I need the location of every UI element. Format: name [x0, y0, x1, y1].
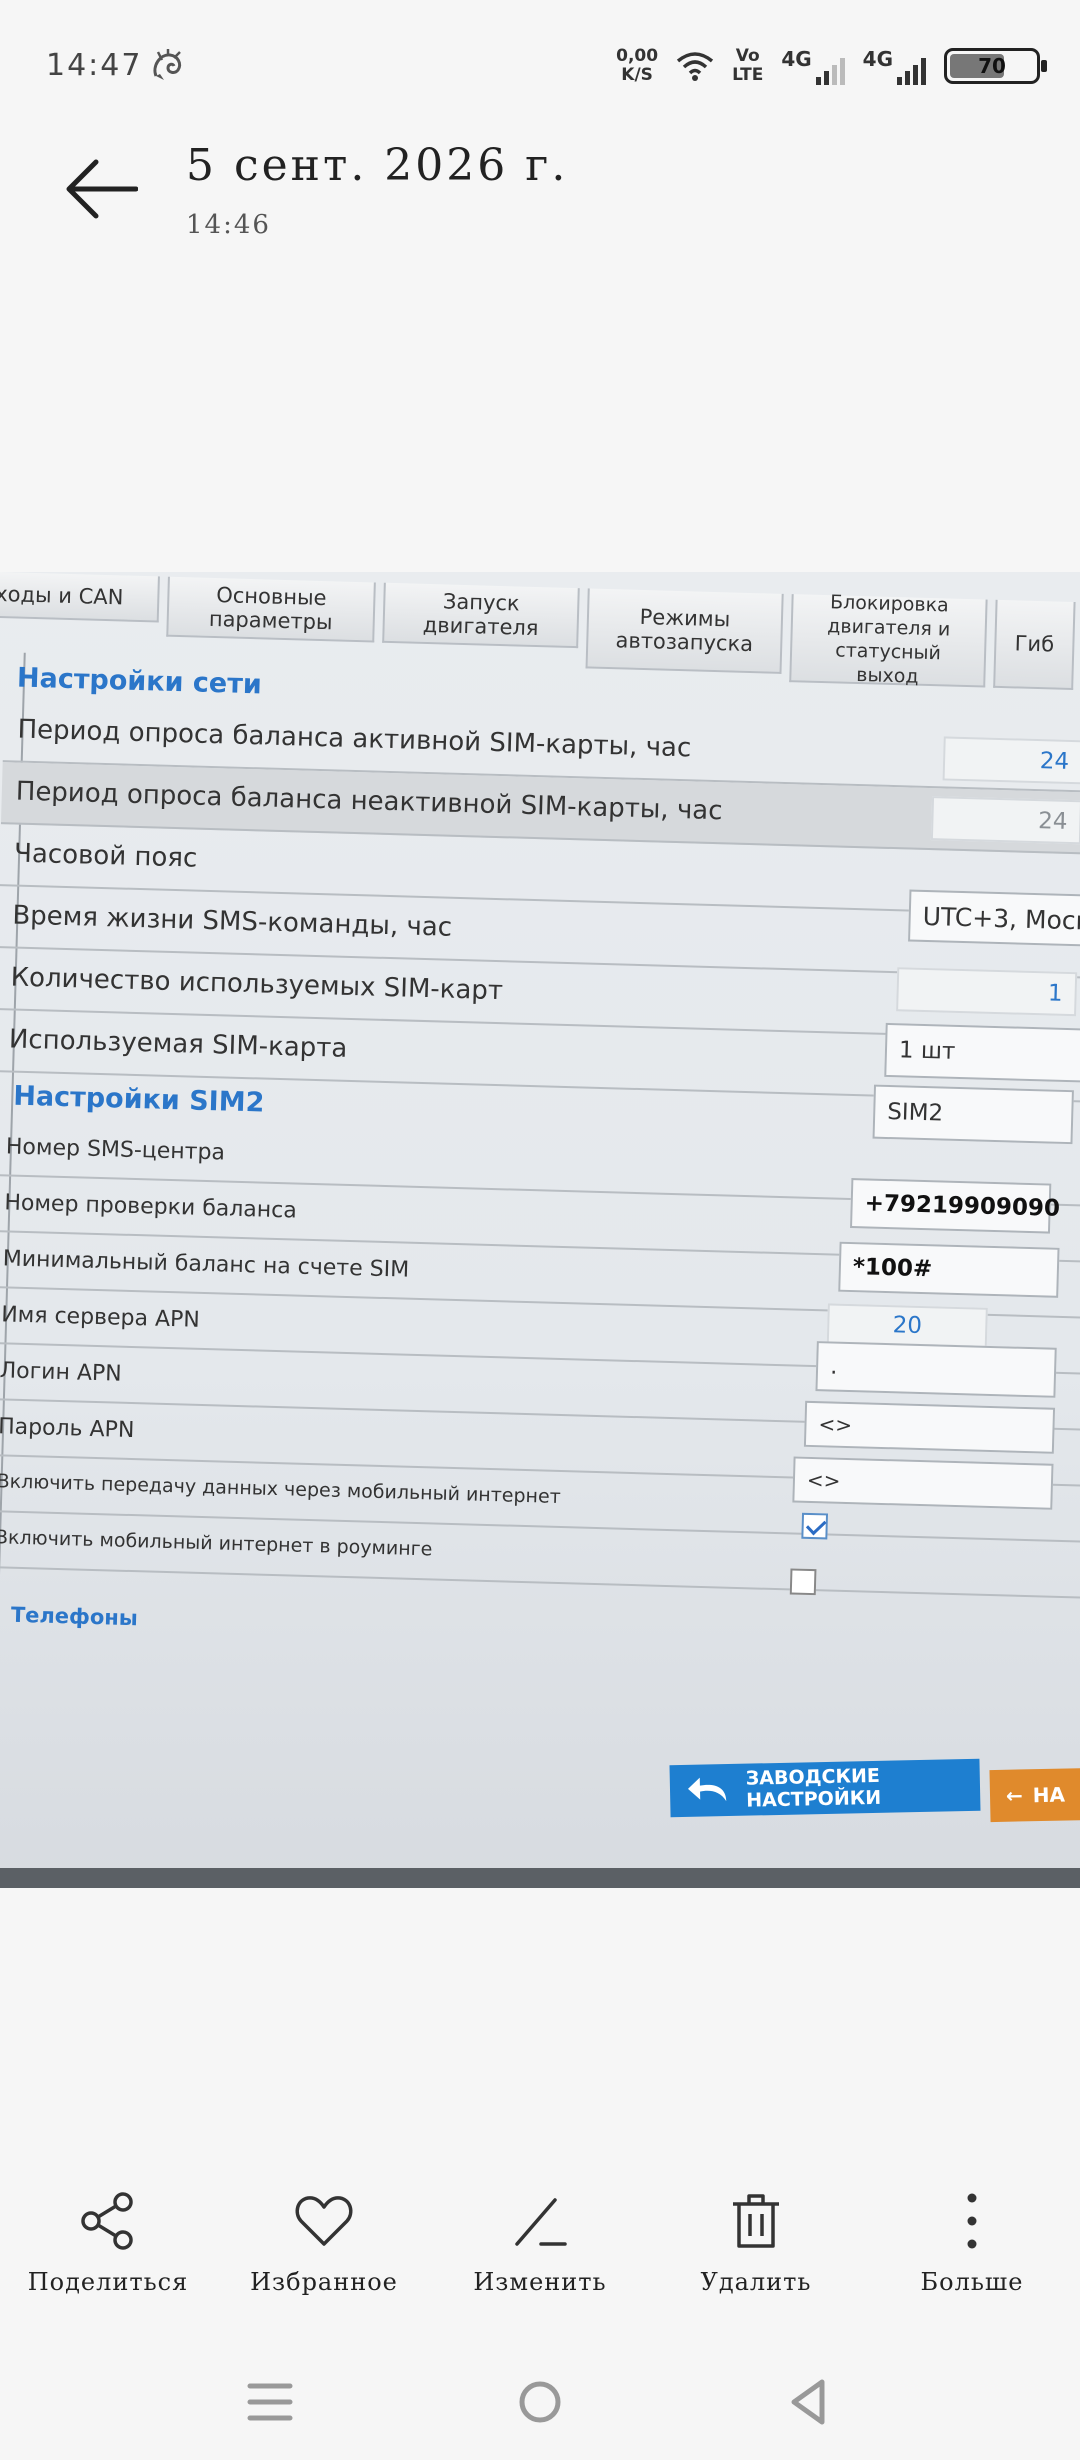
photo-time-subtitle: 14:46: [186, 210, 271, 240]
row-label: Имя сервера APN: [0, 1302, 201, 1333]
signal-icon: [815, 55, 845, 85]
row-label: Количество используемых SIM-карт: [10, 962, 504, 1007]
volte-top: Vo: [735, 46, 760, 66]
menu-icon[interactable]: [240, 2372, 300, 2432]
arrow-left-icon: ←: [1005, 1783, 1024, 1808]
row-label: Часовой пояс: [13, 838, 198, 874]
tab-inputs-can: ходы и CAN: [0, 572, 160, 623]
status-bar: 14:47 0,00 K/S Vo LTE 4G 4G 70: [0, 0, 1080, 130]
more-vertical-icon: [967, 2193, 977, 2249]
volte-indicator: Vo LTE: [732, 47, 763, 85]
row-label: Включить мобильный интернет в роуминге: [0, 1526, 433, 1561]
network-speed: 0,00 K/S: [616, 47, 658, 85]
tab-main-params: Основные параметры: [166, 576, 376, 643]
row-label: Номер проверки баланса: [4, 1190, 298, 1224]
undo-arrow-icon: [687, 1777, 727, 1802]
edit-icon: [515, 2198, 567, 2246]
speed-value: 0,00: [616, 46, 659, 66]
delete-label: Удалить: [700, 2268, 812, 2296]
status-icons: 0,00 K/S Vo LTE 4G 4G 70: [616, 44, 1047, 88]
monitor-bezel: [0, 1868, 1080, 1888]
row-label: Используемая SIM-карта: [8, 1024, 348, 1064]
favorite-label: Избранное: [250, 2268, 398, 2296]
factory-label-line2: НАСТРОЙКИ: [746, 1786, 882, 1812]
network-type-1: 4G: [781, 47, 812, 71]
tab-engine-start: Запуск двигателя: [382, 582, 580, 649]
active-sim-period-input[interactable]: 24: [942, 736, 1080, 785]
row-label: Минимальный баланс на счете SIM: [2, 1246, 410, 1283]
row-label: Номер SMS-центра: [5, 1134, 226, 1166]
share-button[interactable]: Поделиться: [0, 2190, 216, 2320]
network-type-2: 4G: [862, 47, 893, 71]
factory-label-line1: ЗАВОДСКИЕ: [745, 1764, 881, 1790]
photo-date-title: 5 сент. 2026 г.: [186, 140, 569, 191]
signal-sim1: 4G: [781, 47, 845, 85]
row-label: Логин APN: [0, 1358, 123, 1387]
photo-viewer[interactable]: ходы и CAN Основные параметры Запуск дви…: [0, 572, 1080, 1888]
heart-icon: [295, 2196, 353, 2246]
navigation-bar: [0, 2360, 1080, 2460]
battery-icon: 70: [944, 48, 1047, 84]
signal-icon: [897, 55, 926, 85]
photo-content: ходы и CAN Основные параметры Запуск дви…: [0, 572, 1080, 1888]
volte-bottom: LTE: [732, 65, 764, 85]
photo-actions-bar: Поделиться Избранное Изменить Удалить Бо…: [0, 2190, 1080, 2320]
status-time: 14:47: [46, 48, 143, 83]
network-settings-title: Настройки сети: [16, 662, 263, 701]
edit-button[interactable]: Изменить: [432, 2190, 648, 2320]
row-label: Пароль APN: [0, 1414, 135, 1444]
more-label: Больше: [920, 2268, 1024, 2296]
tab-engine-lock: Блокировка двигателя и статусный выход: [789, 591, 988, 688]
roaming-checkbox[interactable]: [789, 1568, 817, 1596]
wifi-icon: [676, 52, 714, 81]
share-icon: [81, 2192, 133, 2250]
next-label: НА: [1032, 1782, 1066, 1808]
dragon-icon: [153, 49, 182, 80]
speed-unit: K/S: [621, 65, 653, 85]
phones-section-title: Телефоны: [10, 1602, 139, 1631]
tab-autostart-modes: Режимы автозапуска: [585, 588, 784, 674]
used-sim-select[interactable]: SIM2: [872, 1084, 1074, 1145]
next-button[interactable]: ← НА: [989, 1765, 1080, 1823]
home-icon[interactable]: [510, 2372, 570, 2432]
row-label: Период опроса баланса активной SIM-карты…: [17, 714, 692, 764]
delete-button[interactable]: Удалить: [648, 2190, 864, 2320]
tab-hybrid: Гиб: [993, 599, 1076, 691]
signal-sim2: 4G: [863, 47, 926, 85]
sim2-settings-title: Настройки SIM2: [12, 1080, 265, 1119]
more-button[interactable]: Больше: [864, 2190, 1080, 2320]
factory-reset-label: ЗАВОДСКИЕ НАСТРОЙКИ: [746, 1765, 882, 1812]
row-label: Период опроса баланса неактивной SIM-кар…: [15, 776, 723, 827]
share-label: Поделиться: [27, 2268, 189, 2296]
row-label: Включить передачу данных через мобильный…: [0, 1470, 562, 1509]
edit-label: Изменить: [473, 2268, 607, 2296]
back-arrow-icon[interactable]: [64, 158, 138, 220]
favorite-button[interactable]: Избранное: [216, 2190, 432, 2320]
back-triangle-icon[interactable]: [780, 2372, 840, 2432]
row-label: Время жизни SMS-команды, час: [11, 900, 453, 943]
battery-level: 70: [978, 54, 1006, 78]
factory-reset-button[interactable]: ЗАВОДСКИЕ НАСТРОЙКИ: [669, 1758, 981, 1818]
trash-icon: [733, 2194, 779, 2248]
inactive-sim-period-input[interactable]: 24: [930, 796, 1080, 845]
